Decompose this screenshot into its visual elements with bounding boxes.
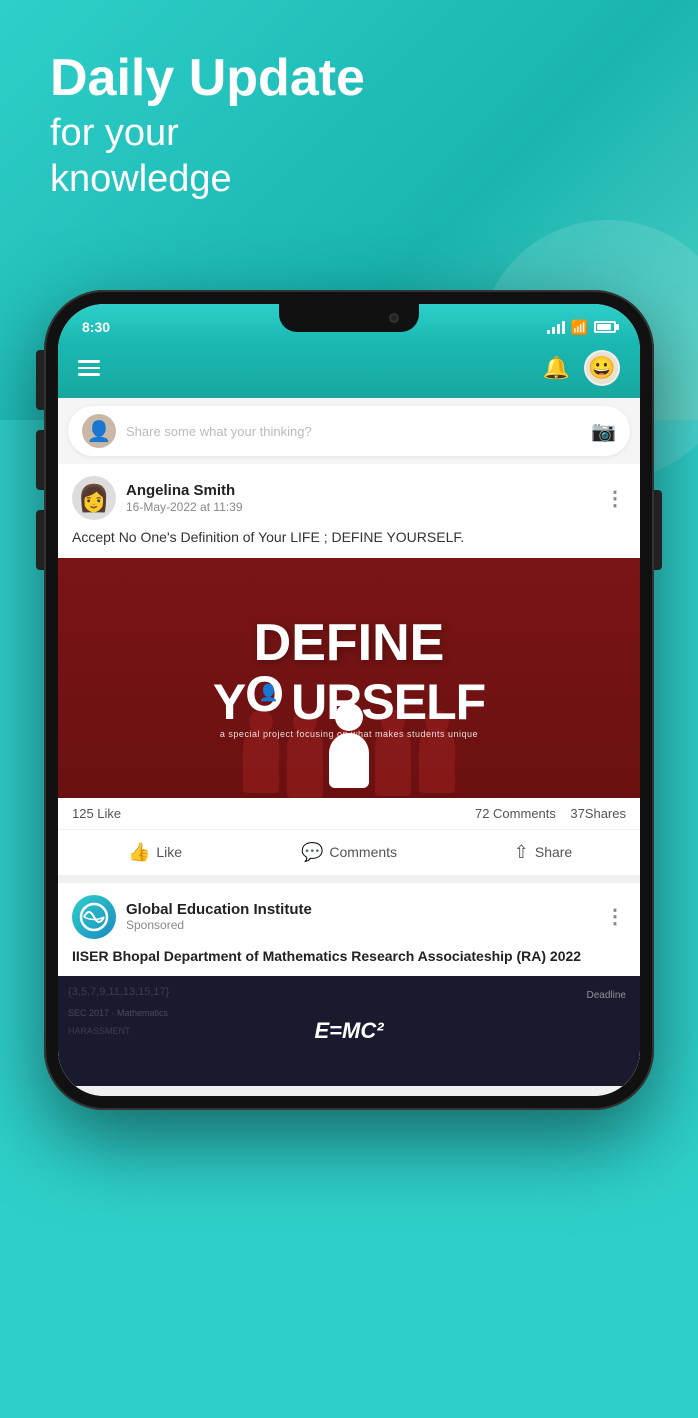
post-stats: 125 Like 72 Comments 37Shares [58, 798, 640, 829]
post-author-avatar: 👩 [72, 476, 116, 520]
app-header: 🔔 😀 [58, 342, 640, 398]
sponsored-label: Sponsored [126, 918, 595, 932]
battery-icon [594, 321, 616, 333]
feed: 👩 Angelina Smith 16-May-2022 at 11:39 ⋮ … [58, 464, 640, 1096]
avatar-emoji: 😀 [588, 355, 615, 381]
hero-title: Daily Update [50, 50, 365, 107]
hero-subtitle: for your knowledge [50, 111, 365, 202]
phone-outer-frame: 8:30 📶 [44, 290, 654, 1110]
phone-mockup: 8:30 📶 [44, 290, 654, 1110]
post-body-text: Accept No One's Definition of Your LIFE … [58, 528, 640, 558]
share-label: Share [535, 844, 572, 860]
post-input-placeholder[interactable]: Share some what your thinking? [126, 424, 581, 439]
bell-icon[interactable]: 🔔 [543, 355, 570, 381]
like-label: Like [156, 844, 182, 860]
comments-button[interactable]: 💬 Comments [252, 838, 446, 867]
post-card: 👩 Angelina Smith 16-May-2022 at 11:39 ⋮ … [58, 464, 640, 875]
post-header: 👩 Angelina Smith 16-May-2022 at 11:39 ⋮ [58, 464, 640, 528]
comment-icon: 💬 [301, 842, 323, 863]
sponsored-post-header: Global Education Institute Sponsored ⋮ [58, 883, 640, 947]
sponsored-more-button[interactable]: ⋮ [605, 904, 626, 929]
person-icon-in-o: 👤 [259, 686, 278, 702]
shares-count: 37Shares [570, 806, 626, 821]
hero-text-block: Daily Update for your knowledge [50, 50, 365, 202]
camera-icon[interactable]: 📷 [591, 419, 616, 444]
likes-count: 125 Like [72, 806, 121, 821]
math-research-image: {3,5,7,9,11,13,15,17} SEC 2017 · Mathema… [58, 976, 640, 1086]
deadline-label: Deadline [587, 990, 626, 1001]
sponsored-post-text: IISER Bhopal Department of Mathematics R… [58, 947, 640, 977]
phone-screen: 8:30 📶 [58, 304, 640, 1096]
like-button[interactable]: 👍 Like [58, 838, 252, 867]
post-meta: Angelina Smith 16-May-2022 at 11:39 [126, 482, 595, 514]
math-sequence-text: {3,5,7,9,11,13,15,17} SEC 2017 · Mathema… [68, 984, 169, 1038]
comments-label: Comments [329, 844, 397, 860]
org-meta: Global Education Institute Sponsored [126, 901, 595, 932]
post-author-name: Angelina Smith [126, 482, 595, 499]
share-icon: ⇧ [514, 842, 529, 863]
o-letter: O👤 [245, 669, 291, 719]
status-icons: 📶 [547, 319, 616, 336]
user-avatar-small: 👤 [82, 414, 116, 448]
phone-notch [279, 304, 419, 332]
wifi-icon: 📶 [571, 319, 588, 336]
avatar[interactable]: 😀 [584, 350, 620, 386]
header-right-controls: 🔔 😀 [543, 350, 620, 386]
post-date: 16-May-2022 at 11:39 [126, 500, 595, 514]
org-avatar [72, 895, 116, 939]
hamburger-menu-button[interactable] [78, 360, 100, 376]
signal-icon [547, 320, 565, 334]
thumbs-up-icon: 👍 [128, 842, 150, 863]
post-image-define-yourself: DEFINE YO👤URSELF a special project focus… [58, 558, 640, 798]
org-name: Global Education Institute [126, 901, 595, 918]
front-camera [389, 313, 399, 323]
define-word: DEFINE [213, 617, 485, 669]
share-button[interactable]: ⇧ Share [446, 838, 640, 867]
math-formula: E=MC² [314, 1018, 383, 1044]
center-person-figure [329, 703, 369, 788]
status-time: 8:30 [82, 319, 110, 335]
post-more-button[interactable]: ⋮ [605, 486, 626, 511]
comments-count: 72 Comments [475, 806, 556, 821]
post-actions: 👍 Like 💬 Comments ⇧ Share [58, 829, 640, 875]
post-input-bar[interactable]: 👤 Share some what your thinking? 📷 [68, 406, 630, 456]
sponsored-post-card: Global Education Institute Sponsored ⋮ I… [58, 883, 640, 1087]
